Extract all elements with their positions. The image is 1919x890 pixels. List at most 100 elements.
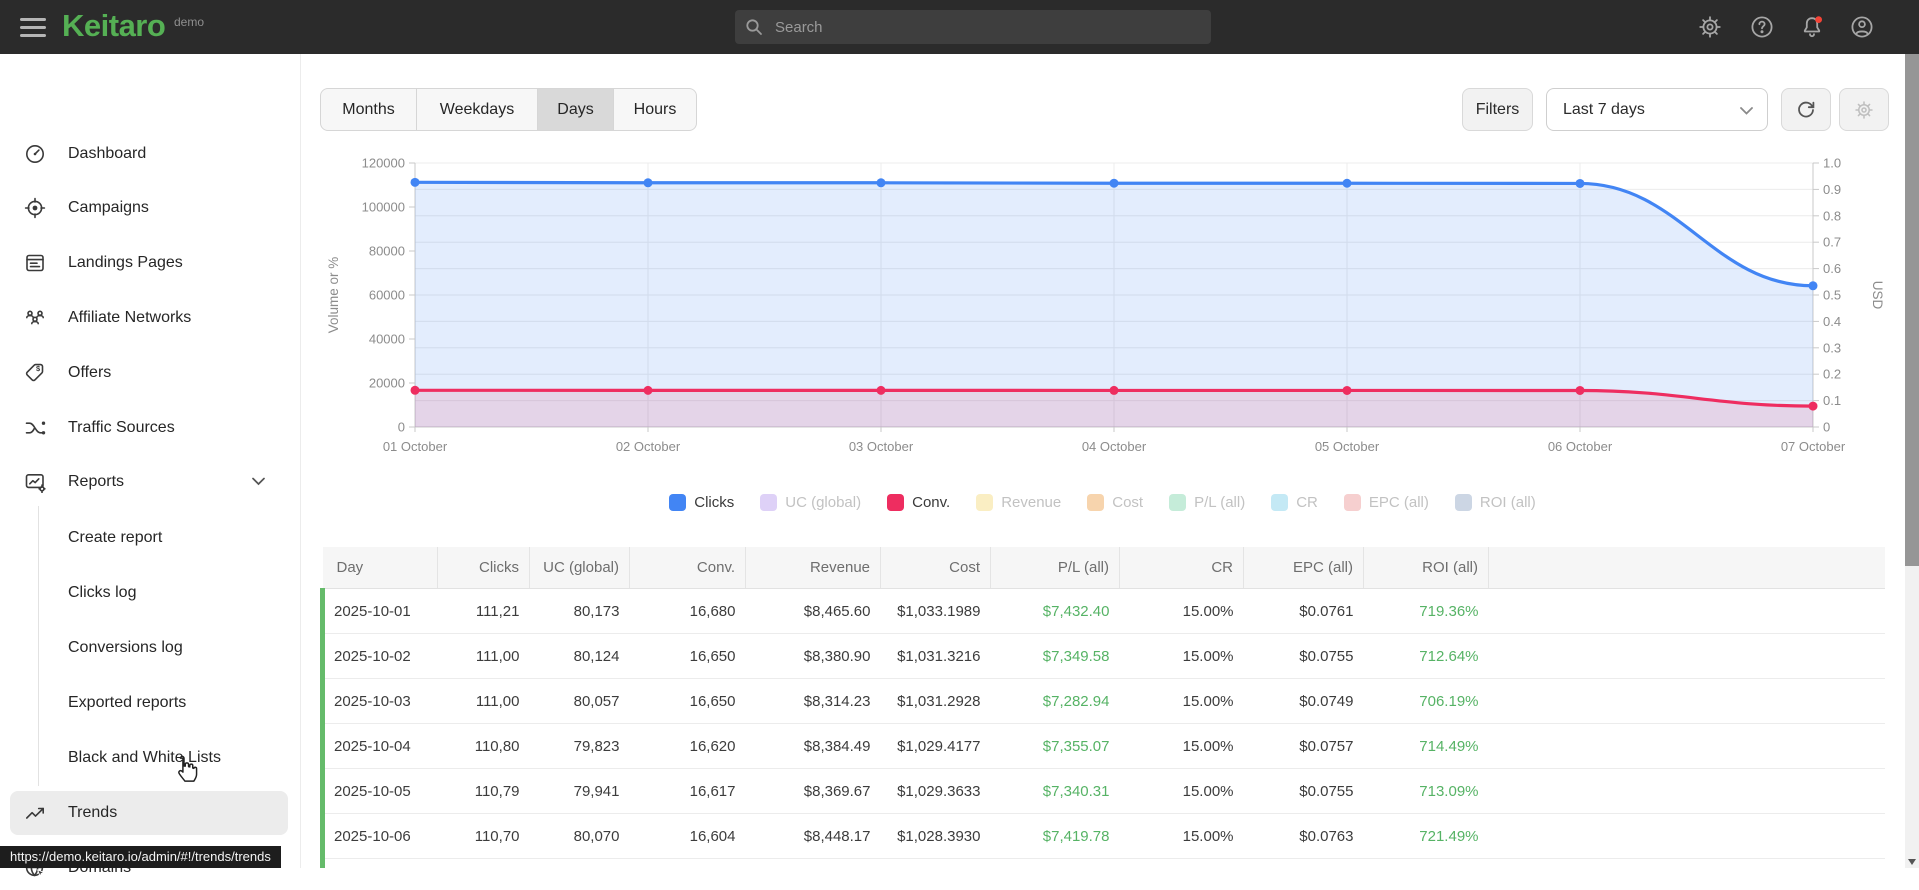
cell-clicks: 111,21 bbox=[437, 588, 530, 634]
sidebar-item-black-and-white-lists[interactable]: Black and White Lists bbox=[0, 736, 300, 780]
sidebar-item-campaigns[interactable]: Campaigns bbox=[0, 186, 300, 230]
cell-roi-all: 719.36% bbox=[1363, 588, 1489, 634]
svg-text:$: $ bbox=[36, 364, 41, 373]
sidebar-item-conversions-log[interactable]: Conversions log bbox=[0, 626, 300, 670]
sidebar-item-offers[interactable]: $ Offers bbox=[0, 351, 300, 395]
cell-revenue: $8,369.67 bbox=[745, 768, 881, 814]
tab-months[interactable]: Months bbox=[321, 89, 417, 130]
column-header-p-l-all[interactable]: P/L (all) bbox=[990, 547, 1120, 589]
gear-icon[interactable] bbox=[1697, 14, 1723, 40]
sidebar-item-landings-pages[interactable]: Landings Pages bbox=[0, 241, 300, 285]
refresh-button[interactable] bbox=[1781, 88, 1831, 131]
legend-item-uc-global[interactable]: UC (global) bbox=[760, 493, 862, 511]
cell-revenue: $8,384.49 bbox=[745, 723, 881, 769]
svg-text:0: 0 bbox=[398, 420, 405, 435]
search-box[interactable] bbox=[735, 10, 1211, 44]
cell-conv: 16,617 bbox=[629, 768, 746, 814]
sidebar-item-reports[interactable]: Reports bbox=[0, 460, 300, 504]
sidebar-item-clicks-log[interactable]: Clicks log bbox=[0, 571, 300, 615]
column-header-revenue[interactable]: Revenue bbox=[745, 547, 881, 589]
sidebar-item-label: Create report bbox=[68, 529, 163, 546]
legend-label: UC (global) bbox=[785, 493, 862, 511]
notification-dot bbox=[1815, 16, 1822, 23]
chevron-down-icon bbox=[252, 477, 265, 486]
chart-settings-button[interactable] bbox=[1839, 88, 1889, 131]
cell-roi-all: 713.09% bbox=[1363, 768, 1489, 814]
table-row: 2025-10-06 110,70 80,070 16,604 $8,448.17 $1,… bbox=[320, 813, 1885, 859]
sidebar-item-label: Trends bbox=[68, 804, 118, 821]
legend-label: P/L (all) bbox=[1194, 493, 1246, 511]
legend-item-revenue[interactable]: Revenue bbox=[976, 493, 1061, 511]
svg-text:0.3: 0.3 bbox=[1823, 340, 1841, 355]
sidebar-item-exported-reports[interactable]: Exported reports bbox=[0, 681, 300, 725]
sidebar-item-create-report[interactable]: Create report bbox=[0, 516, 300, 560]
column-header-epc-all[interactable]: EPC (all) bbox=[1243, 547, 1364, 589]
sidebar-item-label: Black and White Lists bbox=[68, 749, 221, 766]
svg-text:06 October: 06 October bbox=[1548, 439, 1613, 454]
column-header-clicks[interactable]: Clicks bbox=[437, 547, 530, 589]
sidebar-item-dashboard[interactable]: Dashboard bbox=[0, 132, 300, 176]
legend-item-epc-all[interactable]: EPC (all) bbox=[1343, 493, 1429, 511]
scrollbar-down-arrow[interactable] bbox=[1908, 859, 1916, 865]
sidebar-item-label: Traffic Sources bbox=[68, 419, 175, 436]
svg-text:1.0: 1.0 bbox=[1823, 156, 1841, 171]
svg-text:02 October: 02 October bbox=[616, 439, 681, 454]
scrollbar-thumb[interactable] bbox=[1905, 54, 1919, 566]
tab-weekdays[interactable]: Weekdays bbox=[417, 89, 538, 130]
cell-cost: $1,031.2928 bbox=[880, 678, 991, 724]
legend-item-roi-all[interactable]: ROI (all) bbox=[1454, 493, 1536, 511]
sidebar-item-affiliate-networks[interactable]: Affiliate Networks bbox=[0, 296, 300, 340]
cell-clicks: 110,79 bbox=[437, 768, 530, 814]
svg-text:60000: 60000 bbox=[369, 288, 405, 303]
column-header-cr[interactable]: CR bbox=[1119, 547, 1244, 589]
cell-roi-all: 79.12% bbox=[1363, 858, 1489, 868]
legend-swatch bbox=[1343, 493, 1361, 511]
cell-cr: 15.00% bbox=[1119, 633, 1244, 679]
legend-label: Cost bbox=[1112, 493, 1144, 511]
svg-text:0.5: 0.5 bbox=[1823, 288, 1841, 303]
legend-item-cost[interactable]: Cost bbox=[1087, 493, 1144, 511]
svg-text:0.9: 0.9 bbox=[1823, 182, 1841, 197]
user-icon[interactable] bbox=[1849, 14, 1875, 40]
sidebar-item-trends[interactable]: Trends bbox=[0, 791, 300, 835]
cell-clicks: 110,70 bbox=[437, 813, 530, 859]
cell-cost: $1,031.3216 bbox=[880, 633, 991, 679]
column-header-cost[interactable]: Cost bbox=[880, 547, 991, 589]
svg-text:120000: 120000 bbox=[362, 156, 405, 171]
column-header-roi-all[interactable]: ROI (all) bbox=[1363, 547, 1489, 589]
bell-icon[interactable] bbox=[1799, 14, 1825, 40]
help-icon[interactable] bbox=[1749, 14, 1775, 40]
filters-button[interactable]: Filters bbox=[1462, 88, 1533, 131]
sidebar-item-label: Exported reports bbox=[68, 694, 187, 711]
date-range-select[interactable]: Last 7 days bbox=[1546, 88, 1768, 131]
cell-revenue: $8,465.60 bbox=[745, 588, 881, 634]
svg-text:0.6: 0.6 bbox=[1823, 261, 1841, 276]
legend-label: ROI (all) bbox=[1479, 493, 1536, 511]
tab-days[interactable]: Days bbox=[538, 89, 614, 130]
chart-legend: Clicks UC (global) Conv. Revenue Cost P/L (al… bbox=[320, 487, 1885, 517]
legend-item-conv[interactable]: Conv. bbox=[887, 493, 950, 511]
cell-cr: 15.00% bbox=[1119, 588, 1244, 634]
tab-hours[interactable]: Hours bbox=[614, 89, 696, 130]
cell-conv: 16,620 bbox=[629, 723, 746, 769]
legend-item-cr[interactable]: CR bbox=[1271, 493, 1318, 511]
column-header-day[interactable]: Day bbox=[322, 547, 438, 589]
trends-chart[interactable]: 0 20000 40000 60000 80000 100000 120000 0 0.1 0.2… bbox=[320, 150, 1905, 480]
column-header-uc-global[interactable]: UC (global) bbox=[529, 547, 630, 589]
svg-text:0: 0 bbox=[1823, 420, 1830, 435]
cell-epc-all: $0.0757 bbox=[1243, 723, 1364, 769]
svg-text:0.4: 0.4 bbox=[1823, 314, 1841, 329]
legend-item-clicks[interactable]: Clicks bbox=[669, 493, 734, 511]
brand-suffix: demo bbox=[174, 15, 205, 29]
sidebar-item-traffic-sources[interactable]: Traffic Sources bbox=[0, 406, 300, 450]
cell-clicks: 111,00 bbox=[437, 633, 530, 679]
search-input[interactable] bbox=[773, 17, 1201, 37]
table-row: 2025-10-0711,4911,4572,446$1,069.34$597.… bbox=[320, 858, 1885, 868]
svg-text:07 October: 07 October bbox=[1781, 439, 1846, 454]
legend-swatch bbox=[1087, 493, 1105, 511]
menu-icon[interactable] bbox=[20, 18, 46, 37]
column-header-conv[interactable]: Conv. bbox=[629, 547, 746, 589]
scrollbar-track[interactable] bbox=[1905, 54, 1919, 868]
sidebar-item-label: Reports bbox=[68, 473, 125, 490]
legend-item-p-l-all[interactable]: P/L (all) bbox=[1169, 493, 1246, 511]
